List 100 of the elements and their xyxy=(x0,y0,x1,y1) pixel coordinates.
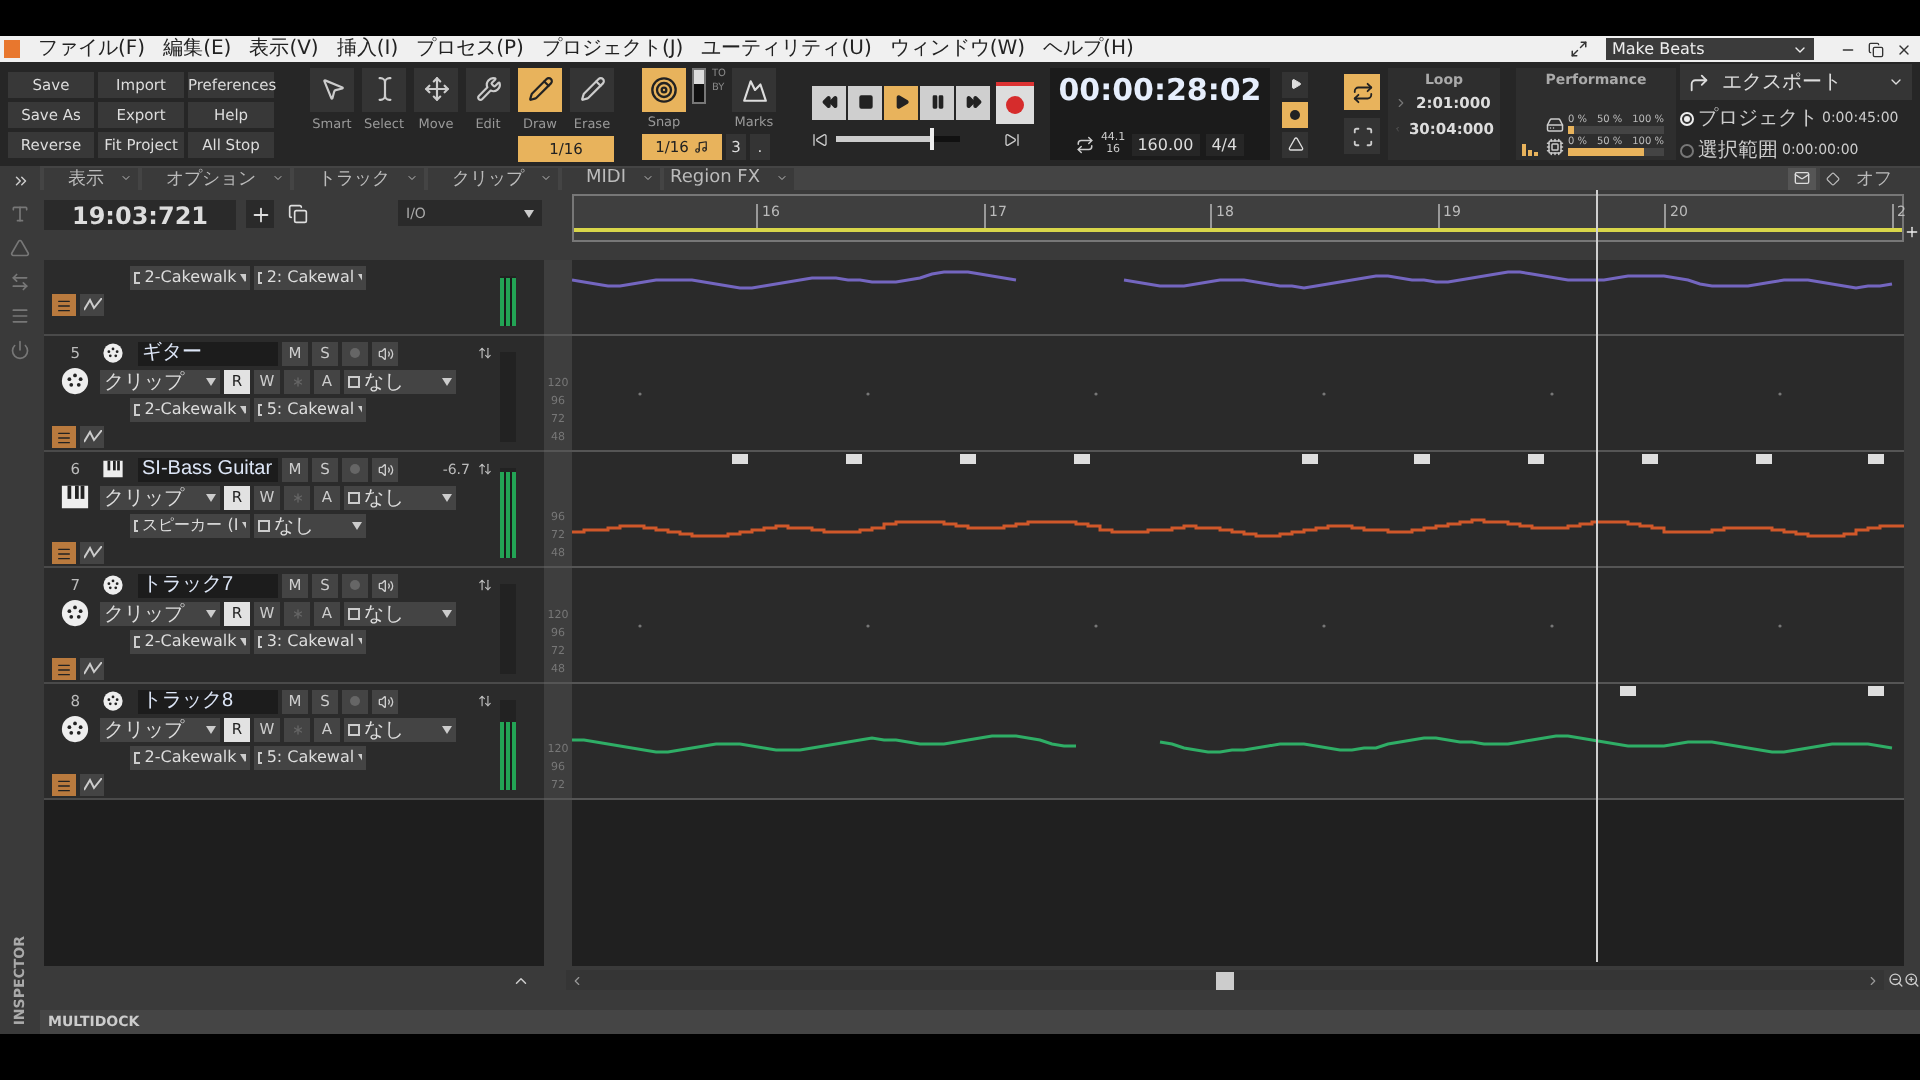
metronome-button[interactable] xyxy=(1282,131,1308,157)
fx-button[interactable] xyxy=(52,542,76,564)
menu-item[interactable]: ファイル(F) xyxy=(38,37,146,61)
now-time-field[interactable]: 19:03:721 xyxy=(44,200,236,230)
input-echo-button[interactable] xyxy=(372,457,398,481)
performance-meter xyxy=(1568,148,1664,156)
skip-back-icon[interactable] xyxy=(812,131,828,147)
close-icon[interactable] xyxy=(1896,41,1912,57)
text-icon[interactable] xyxy=(10,204,30,224)
automation-lane-button[interactable] xyxy=(80,658,104,680)
automation-lane-button[interactable] xyxy=(80,774,104,796)
stop-button[interactable] xyxy=(848,85,882,119)
view-menu[interactable]: MIDI xyxy=(562,167,661,189)
input-echo-button[interactable] xyxy=(372,689,398,713)
range-radio[interactable] xyxy=(1680,143,1694,157)
fx-button[interactable] xyxy=(52,774,76,796)
envelope-button[interactable] xyxy=(1788,167,1816,189)
automation-lane-button[interactable] xyxy=(80,542,104,564)
caret-icon xyxy=(272,172,284,184)
midi-plug-icon xyxy=(101,574,123,596)
input-dropdown[interactable]: クリップ xyxy=(100,717,220,741)
fx-button[interactable] xyxy=(52,294,76,316)
output-dropdown[interactable]: 2-Cakewalk xyxy=(130,745,250,769)
record-button[interactable] xyxy=(996,81,1034,123)
tool-button[interactable] xyxy=(310,67,354,111)
menu-item[interactable]: ヘルプ(H) xyxy=(1043,37,1134,61)
channel-dropdown[interactable]: 3: Cakewal xyxy=(254,629,366,653)
zoom-out-icon[interactable] xyxy=(1888,972,1905,988)
automation-lane-button[interactable] xyxy=(80,294,104,316)
play-button[interactable] xyxy=(884,85,918,119)
automation-lane-button[interactable] xyxy=(80,426,104,448)
snap-mode-toggle[interactable] xyxy=(692,68,706,104)
marks-button[interactable] xyxy=(732,68,776,112)
input-dropdown[interactable]: クリップ xyxy=(100,369,220,393)
loop-button[interactable] xyxy=(1344,74,1380,110)
track-name-field[interactable]: トラック8 xyxy=(138,689,278,713)
input-echo-button[interactable] xyxy=(372,341,398,365)
meter-field[interactable]: 4/4 xyxy=(1205,133,1244,155)
fx-button[interactable] xyxy=(52,426,76,448)
record-mode-button[interactable] xyxy=(1282,101,1308,127)
add-track-button[interactable] xyxy=(246,200,274,228)
duplicate-button[interactable] xyxy=(284,200,312,228)
expand-icon[interactable] xyxy=(11,172,29,190)
channel-dropdown[interactable]: 5: Cakewal xyxy=(254,745,366,769)
view-menu[interactable]: Region FX xyxy=(664,167,795,189)
automation-dropdown[interactable]: なし xyxy=(344,717,456,741)
menu-item[interactable]: 挿入(I) xyxy=(336,37,399,61)
arrows-icon[interactable] xyxy=(10,272,30,292)
tool-button[interactable] xyxy=(570,67,614,111)
menu-item[interactable]: プロジェクト(J) xyxy=(541,37,684,61)
channel-dropdown[interactable]: 2: Cakewal xyxy=(254,265,366,289)
tool-button[interactable] xyxy=(518,67,562,111)
scroll-thumb[interactable] xyxy=(1216,971,1235,989)
add-icon[interactable] xyxy=(1904,224,1920,240)
tempo-field[interactable]: 160.00 xyxy=(1131,133,1200,155)
menu-item[interactable]: ユーティリティ(U) xyxy=(701,37,872,61)
automation-dropdown[interactable]: なし xyxy=(344,485,456,509)
wave-icon xyxy=(83,430,101,444)
channel-dropdown[interactable]: 5: Cakewal xyxy=(254,397,366,421)
pause-button[interactable] xyxy=(920,85,954,119)
view-menu[interactable]: オプション xyxy=(142,167,290,189)
view-menu[interactable]: 表示 xyxy=(44,167,138,189)
track-name-field[interactable]: ギター xyxy=(138,341,278,365)
tool-button[interactable] xyxy=(362,67,406,111)
snap-button[interactable] xyxy=(642,68,686,112)
zoom-in-icon[interactable] xyxy=(1904,972,1920,988)
forward-button[interactable] xyxy=(956,85,990,119)
play-mode-button[interactable] xyxy=(1282,71,1308,97)
menu-icon[interactable] xyxy=(10,306,30,326)
output-dropdown[interactable]: 2-Cakewalk xyxy=(130,629,250,653)
automation-dropdown[interactable]: なし xyxy=(344,369,456,393)
slider-thumb[interactable] xyxy=(930,128,935,150)
horizontal-scrollbar[interactable] xyxy=(566,970,1885,990)
tool-button[interactable] xyxy=(466,67,510,111)
export-button[interactable]: エクスポート xyxy=(1680,64,1912,100)
menu-item[interactable]: 表示(V) xyxy=(249,37,319,61)
output-dropdown[interactable]: 2-Cakewalk xyxy=(130,397,250,421)
automation-dropdown[interactable]: なし xyxy=(344,601,456,625)
power-icon[interactable] xyxy=(10,340,30,360)
view-menu[interactable]: クリップ xyxy=(428,167,558,189)
restore-icon[interactable] xyxy=(1868,41,1884,57)
workspace-dropdown[interactable]: Make Beats xyxy=(1606,38,1814,60)
track-name-field[interactable]: トラック7 xyxy=(138,573,278,597)
input-dropdown[interactable]: クリップ xyxy=(100,601,220,625)
tool-button[interactable] xyxy=(414,67,458,111)
punch-button[interactable] xyxy=(1344,118,1380,154)
snap-dropdown[interactable]: オフ xyxy=(1820,167,1920,189)
input-dropdown[interactable]: クリップ xyxy=(100,485,220,509)
track-name-field[interactable]: SI-Bass Guitar xyxy=(138,457,278,481)
channel-dropdown[interactable]: なし xyxy=(254,513,366,537)
menu-item[interactable]: プロセス(P) xyxy=(416,37,524,61)
input-echo-button[interactable] xyxy=(372,573,398,597)
output-dropdown[interactable]: スピーカー (I xyxy=(130,513,250,537)
skip-forward-icon[interactable] xyxy=(1004,131,1020,147)
view-menu[interactable]: トラック xyxy=(294,167,424,189)
fx-button[interactable] xyxy=(52,658,76,680)
menu-item[interactable]: ウィンドウ(W) xyxy=(889,37,1026,61)
output-dropdown[interactable]: 2-Cakewalk xyxy=(130,265,250,289)
rewind-button[interactable] xyxy=(812,85,846,119)
menu-item[interactable]: 編集(E) xyxy=(163,37,232,61)
